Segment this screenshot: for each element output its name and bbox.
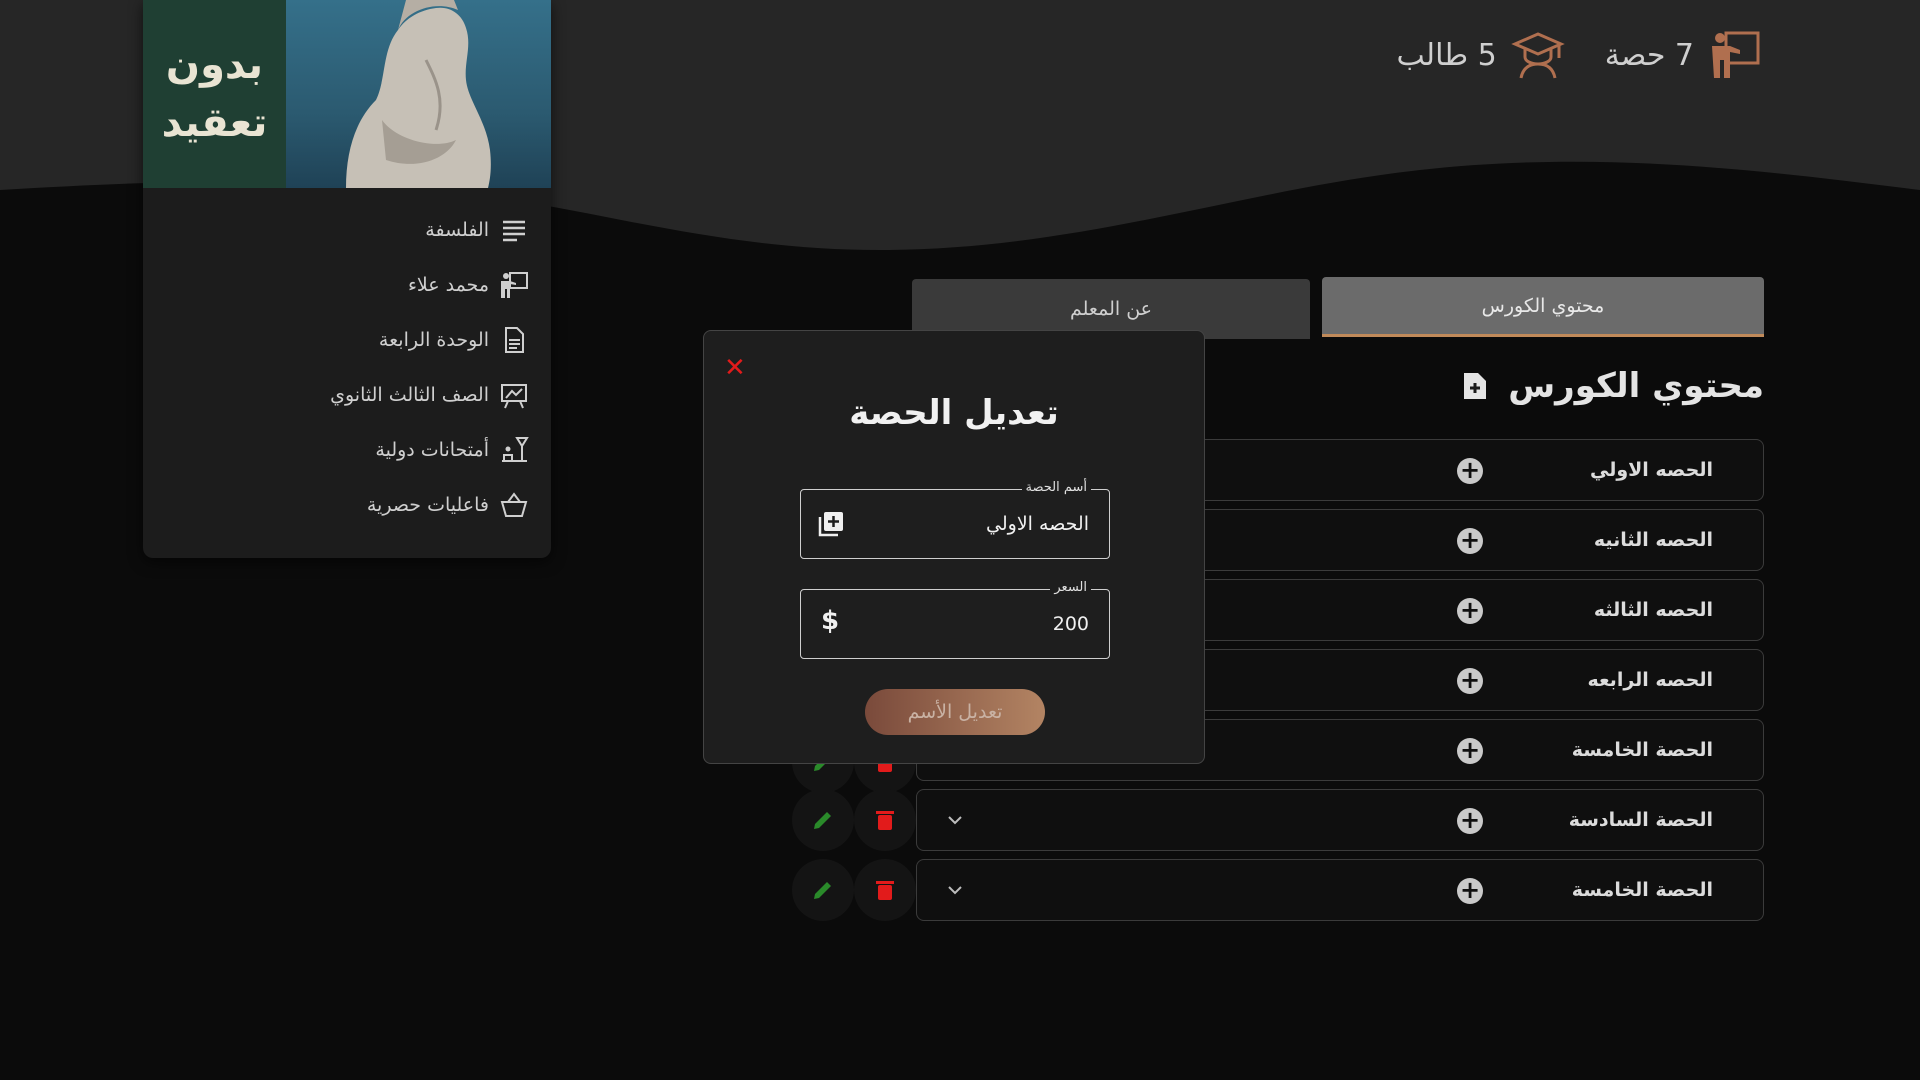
students-stat: 5 طالب [1396, 28, 1565, 82]
expand-plus-icon[interactable]: + [1457, 878, 1483, 904]
tab-course-content[interactable]: محتوي الكورس [1322, 277, 1764, 337]
trash-icon [876, 811, 894, 830]
lines-icon [503, 220, 525, 241]
library-add-icon [818, 512, 843, 537]
exam-icon [502, 436, 529, 462]
expand-plus-icon[interactable]: + [1457, 668, 1483, 694]
delete-lesson-button[interactable] [854, 859, 916, 921]
course-content-title: محتوي الكورس [1508, 366, 1764, 406]
statue-illustration [346, 0, 491, 188]
teacher-board-icon [1712, 31, 1760, 78]
lesson-actions [792, 859, 916, 921]
cover-image [286, 0, 551, 188]
dollar-icon: $ [821, 606, 840, 636]
lesson-name: الحصة الخامسة [1571, 739, 1713, 761]
cover-title: بدون تعقيد [143, 0, 286, 188]
edit-lesson-button[interactable] [792, 789, 854, 851]
course-info-card: بدون تعقيد الفلسفة محمد علاء الوحدة الرا… [143, 0, 551, 558]
lesson-name: الحصه الاولي [1589, 459, 1713, 481]
lesson-name: الحصه الرابعه [1587, 669, 1713, 691]
meta-grade: الصف الثالث الثانوي [143, 367, 529, 422]
lesson-row[interactable]: الحصة السادسة + [916, 789, 1764, 851]
lesson-row[interactable]: الحصة الخامسة + [916, 859, 1764, 921]
edit-lesson-button[interactable] [792, 859, 854, 921]
file-plus-icon [1464, 373, 1487, 399]
chevron-down-icon[interactable] [945, 880, 965, 900]
edit-lesson-modal: ✕ تعديل الحصة أسم الحصة الحصه الاولي الس… [703, 330, 1205, 764]
lesson-name-field[interactable]: أسم الحصة الحصه الاولي [800, 480, 1110, 559]
price-input[interactable]: 200 [1053, 590, 1089, 658]
lesson-name: الحصه الثانيه [1593, 529, 1713, 551]
cover-title-line1: بدون [165, 42, 264, 88]
expand-plus-icon[interactable]: + [1457, 598, 1483, 624]
lesson-actions [792, 789, 916, 851]
lesson-name-input[interactable]: الحصه الاولي [986, 490, 1089, 558]
price-field[interactable]: السعر 200 $ [800, 580, 1110, 659]
pencil-icon [814, 812, 831, 829]
meta-events: فاعليات حصرية [143, 477, 529, 532]
pencil-icon [814, 882, 831, 899]
submit-edit-button[interactable]: تعديل الأسم [865, 689, 1045, 735]
course-cover: بدون تعقيد [143, 0, 551, 188]
course-meta-list: الفلسفة محمد علاء الوحدة الرابعة الصف ال… [143, 188, 551, 532]
expand-plus-icon[interactable]: + [1457, 808, 1483, 834]
students-count: 5 طالب [1396, 37, 1497, 73]
lesson-name: الحصة السادسة [1568, 809, 1713, 831]
graduation-cap-icon [1510, 32, 1565, 79]
meta-subject: الفلسفة [143, 202, 529, 257]
delete-lesson-button[interactable] [854, 789, 916, 851]
expand-plus-icon[interactable]: + [1457, 528, 1483, 554]
course-stats: 7 حصة 5 طالب [1396, 28, 1762, 82]
trash-icon [876, 881, 894, 900]
expand-plus-icon[interactable]: + [1457, 458, 1483, 484]
meta-teacher: محمد علاء [143, 257, 529, 312]
document-icon [505, 326, 524, 353]
modal-title: تعديل الحصة [849, 393, 1059, 433]
expand-plus-icon[interactable]: + [1457, 738, 1483, 764]
cover-title-line2: تعقيد [161, 100, 268, 146]
close-icon[interactable]: ✕ [724, 355, 746, 381]
basket-icon [500, 491, 528, 517]
chevron-down-icon[interactable] [945, 810, 965, 830]
lessons-count: 7 حصة [1604, 37, 1694, 73]
meta-unit: الوحدة الرابعة [143, 312, 529, 367]
board-icon [501, 383, 527, 408]
teacher-icon [501, 271, 528, 298]
lessons-stat: 7 حصة [1605, 28, 1762, 82]
lesson-name: الحصه الثالثه [1593, 599, 1713, 621]
meta-exams: أمتحانات دولية [143, 422, 529, 477]
course-content-heading: محتوي الكورس [1462, 366, 1764, 406]
lesson-name: الحصة الخامسة [1571, 879, 1713, 901]
